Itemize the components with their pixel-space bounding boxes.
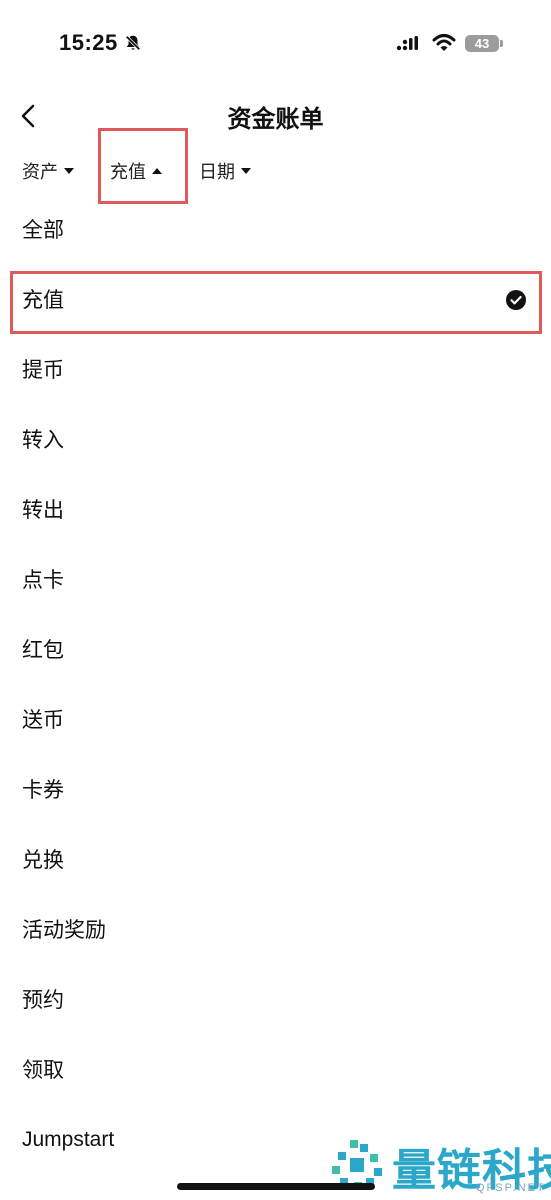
checkmark-circle-icon: [506, 290, 526, 310]
option-withdraw[interactable]: 提币: [0, 335, 551, 405]
status-bar: 15:25 43: [0, 0, 551, 90]
option-campaign-reward[interactable]: 活动奖励: [0, 895, 551, 965]
type-options-list: 全部 充值 提币 转入 转出 点卡 红包 送币 卡券 兑换 活动奖励 预约 领取…: [0, 195, 551, 1175]
filter-date-label: 日期: [199, 162, 235, 183]
filter-type-label: 充值: [110, 162, 146, 183]
option-label: 领取: [22, 1058, 64, 1082]
status-time: 15:25: [59, 30, 118, 55]
option-transfer-in[interactable]: 转入: [0, 405, 551, 475]
option-deposit[interactable]: 充值: [0, 265, 551, 335]
filter-bar: 资产 充值 日期: [0, 148, 551, 194]
option-red-packet[interactable]: 红包: [0, 615, 551, 685]
option-coupon[interactable]: 卡券: [0, 755, 551, 825]
option-label: 送币: [22, 708, 64, 732]
option-reservation[interactable]: 预约: [0, 965, 551, 1035]
option-jumpstart[interactable]: Jumpstart: [0, 1105, 551, 1175]
option-claim[interactable]: 领取: [0, 1035, 551, 1105]
caret-up-icon: [152, 168, 162, 174]
header: 资金账单: [0, 90, 551, 140]
option-transfer-out[interactable]: 转出: [0, 475, 551, 545]
option-gift-coin[interactable]: 送币: [0, 685, 551, 755]
option-label: 兑换: [22, 848, 64, 872]
option-point-card[interactable]: 点卡: [0, 545, 551, 615]
option-label: Jumpstart: [22, 1128, 115, 1151]
option-label: 充值: [22, 288, 64, 312]
option-label: 提币: [22, 358, 64, 382]
wifi-icon: [432, 34, 456, 51]
filter-type-dropdown[interactable]: 充值: [110, 158, 162, 184]
option-label: 转出: [22, 498, 64, 522]
option-label: 全部: [22, 218, 64, 242]
filter-asset-label: 资产: [22, 162, 58, 183]
option-all[interactable]: 全部: [0, 195, 551, 265]
option-label: 预约: [22, 988, 64, 1012]
filter-date-dropdown[interactable]: 日期: [199, 158, 251, 184]
battery-icon: 43: [465, 35, 499, 52]
filter-asset-dropdown[interactable]: 资产: [22, 158, 74, 184]
option-label: 卡券: [22, 778, 64, 802]
signal-icon: [396, 36, 418, 51]
option-convert[interactable]: 兑换: [0, 825, 551, 895]
option-label: 红包: [22, 638, 64, 662]
option-label: 活动奖励: [22, 918, 106, 942]
caret-down-icon: [64, 168, 74, 174]
watermark-subtext: QFSP.NET: [476, 1182, 546, 1194]
option-label: 点卡: [22, 568, 64, 592]
option-label: 转入: [22, 428, 64, 452]
battery-tip: [500, 40, 503, 47]
page-title: 资金账单: [227, 105, 324, 133]
home-indicator: [177, 1183, 375, 1190]
caret-down-icon: [241, 168, 251, 174]
bell-off-icon: [125, 35, 141, 51]
